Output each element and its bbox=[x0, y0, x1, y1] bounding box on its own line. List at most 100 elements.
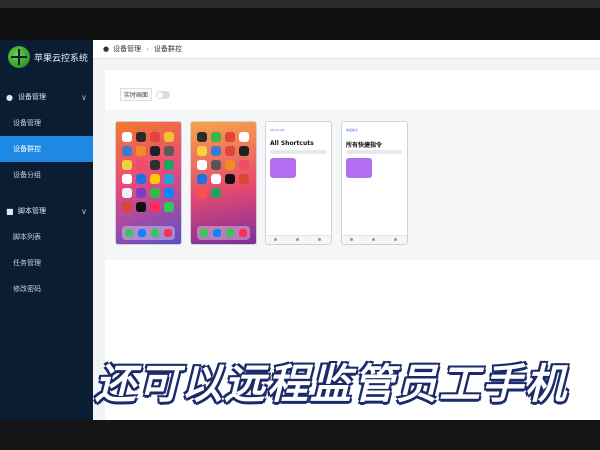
phone-screen-2[interactable] bbox=[190, 121, 257, 245]
sidebar-item-device-manage[interactable]: 设备管理 bbox=[0, 110, 93, 136]
app-icon bbox=[122, 146, 132, 156]
realtime-toggle-row: 实时画面 bbox=[120, 88, 171, 101]
users-icon: ● bbox=[6, 92, 13, 102]
grid-icon: ■ bbox=[6, 206, 14, 216]
app-icon-grid bbox=[197, 132, 249, 198]
realtime-switch[interactable] bbox=[156, 90, 171, 99]
safari-icon bbox=[212, 229, 221, 237]
sidebar-item-label: 修改密码 bbox=[13, 285, 41, 293]
app-icon bbox=[239, 160, 249, 170]
music-icon bbox=[164, 229, 173, 237]
app-icon bbox=[122, 132, 132, 142]
sidebar-item-device-control[interactable]: 设备群控 bbox=[0, 136, 93, 162]
app-icon bbox=[122, 202, 132, 212]
sidebar-item-label: 任务管理 bbox=[13, 259, 41, 267]
app-icon bbox=[239, 146, 249, 156]
app-title: 苹果云控系统 bbox=[34, 53, 89, 64]
sidebar-item-label: 设备管理 bbox=[13, 119, 41, 127]
video-progress-dot bbox=[0, 420, 600, 450]
app-icon bbox=[211, 132, 221, 142]
app-icon bbox=[239, 174, 249, 184]
app-icon bbox=[197, 188, 207, 198]
app-icon bbox=[136, 202, 146, 212]
phone-screens-area: Shortcuts All Shortcuts 快捷指令 所有快捷指令 bbox=[105, 110, 600, 260]
dock bbox=[122, 226, 175, 240]
globe-logo-icon bbox=[8, 46, 30, 68]
app-icon bbox=[150, 188, 160, 198]
app-icon bbox=[225, 132, 235, 142]
tab-icon bbox=[274, 238, 277, 241]
sidebar: 苹果云控系统 ● 设备管理 ∨ 设备管理 设备群控 设备分组 ■ 脚本管理 ∨ … bbox=[0, 40, 93, 420]
breadcrumb-separator-icon: › bbox=[146, 45, 149, 53]
app-icon bbox=[136, 174, 146, 184]
app-icon bbox=[164, 202, 174, 212]
app-icon bbox=[197, 160, 207, 170]
chevron-down-icon: ∨ bbox=[81, 206, 87, 216]
app-icon bbox=[136, 146, 146, 156]
app-icon bbox=[150, 174, 160, 184]
video-top-bar bbox=[0, 0, 600, 40]
sidebar-group-label: 设备管理 bbox=[18, 93, 46, 101]
app-icon bbox=[164, 132, 174, 142]
search-bar bbox=[270, 150, 326, 154]
safari-icon bbox=[137, 229, 146, 237]
tab-icon bbox=[350, 238, 353, 241]
app-icon bbox=[225, 174, 235, 184]
breadcrumb-parent[interactable]: 设备管理 bbox=[113, 44, 141, 54]
app-icon bbox=[211, 160, 221, 170]
app-icon bbox=[164, 160, 174, 170]
app-icon bbox=[164, 146, 174, 156]
tab-icon bbox=[318, 238, 321, 241]
user-icon: ● bbox=[103, 45, 110, 53]
sidebar-group-script[interactable]: ■ 脚本管理 ∨ bbox=[0, 198, 93, 224]
sidebar-item-label: 脚本列表 bbox=[13, 233, 41, 241]
tab-icon bbox=[372, 238, 375, 241]
app-icon bbox=[225, 160, 235, 170]
messages-icon bbox=[151, 229, 160, 237]
sidebar-item-device-group[interactable]: 设备分组 bbox=[0, 162, 93, 188]
phone-app-icon bbox=[199, 229, 208, 237]
sidebar-item-label: 设备分组 bbox=[13, 171, 41, 179]
music-icon bbox=[239, 229, 248, 237]
shortcuts-top-label: Shortcuts bbox=[270, 128, 285, 132]
app-icon bbox=[136, 132, 146, 142]
phone-app-icon bbox=[124, 229, 133, 237]
app-icon bbox=[150, 160, 160, 170]
dock bbox=[197, 226, 250, 240]
shortcuts-top-label: 快捷指令 bbox=[346, 128, 359, 132]
sidebar-item-label: 设备群控 bbox=[13, 145, 41, 153]
caption-banner: 还可以远程监管员工手机 bbox=[95, 360, 568, 408]
phone-screen-3[interactable]: Shortcuts All Shortcuts bbox=[265, 121, 332, 245]
shortcut-card bbox=[346, 158, 372, 178]
app-icon bbox=[211, 146, 221, 156]
breadcrumb-current: 设备群控 bbox=[153, 45, 182, 53]
app-icon bbox=[211, 174, 221, 184]
phone-screen-4[interactable]: 快捷指令 所有快捷指令 bbox=[341, 121, 408, 245]
app-icon bbox=[197, 146, 207, 156]
sidebar-group-device[interactable]: ● 设备管理 ∨ bbox=[0, 84, 93, 110]
shortcuts-title: 所有快捷指令 bbox=[346, 142, 383, 149]
app-icon bbox=[225, 146, 235, 156]
app-icon bbox=[239, 132, 249, 142]
logo-row: 苹果云控系统 bbox=[0, 40, 93, 74]
sidebar-item-task-manage[interactable]: 任务管理 bbox=[0, 250, 93, 276]
app-icon bbox=[197, 174, 207, 184]
sidebar-item-script-list[interactable]: 脚本列表 bbox=[0, 224, 93, 250]
chevron-down-icon: ∨ bbox=[81, 92, 87, 102]
app-icon bbox=[150, 146, 160, 156]
phone-screen-1[interactable] bbox=[115, 121, 182, 245]
app-icon bbox=[197, 132, 207, 142]
shortcuts-title: All Shortcuts bbox=[270, 140, 314, 147]
sidebar-group-label: 脚本管理 bbox=[18, 207, 46, 215]
app-icon bbox=[211, 188, 221, 198]
app-icon bbox=[164, 174, 174, 184]
realtime-label: 实时画面 bbox=[120, 88, 153, 101]
app-icon-grid bbox=[122, 132, 174, 212]
app-icon bbox=[122, 174, 132, 184]
messages-icon bbox=[226, 229, 235, 237]
sidebar-item-change-password[interactable]: 修改密码 bbox=[0, 276, 93, 302]
app-icon bbox=[164, 188, 174, 198]
search-bar bbox=[346, 150, 402, 154]
app-icon bbox=[122, 188, 132, 198]
app-icon bbox=[136, 160, 146, 170]
